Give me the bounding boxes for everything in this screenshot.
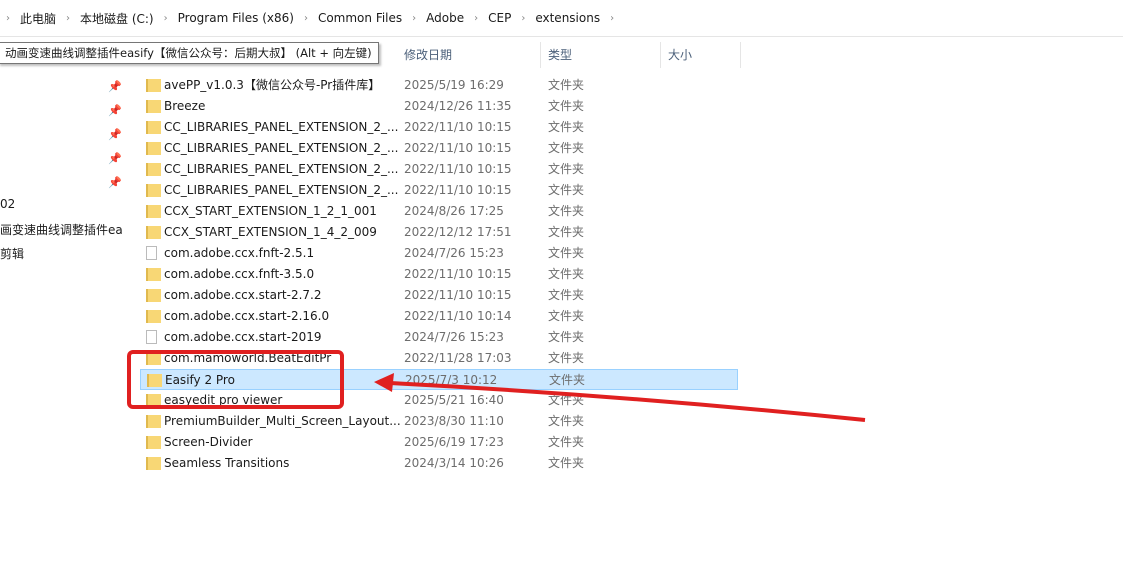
annotation-arrow bbox=[374, 373, 866, 422]
